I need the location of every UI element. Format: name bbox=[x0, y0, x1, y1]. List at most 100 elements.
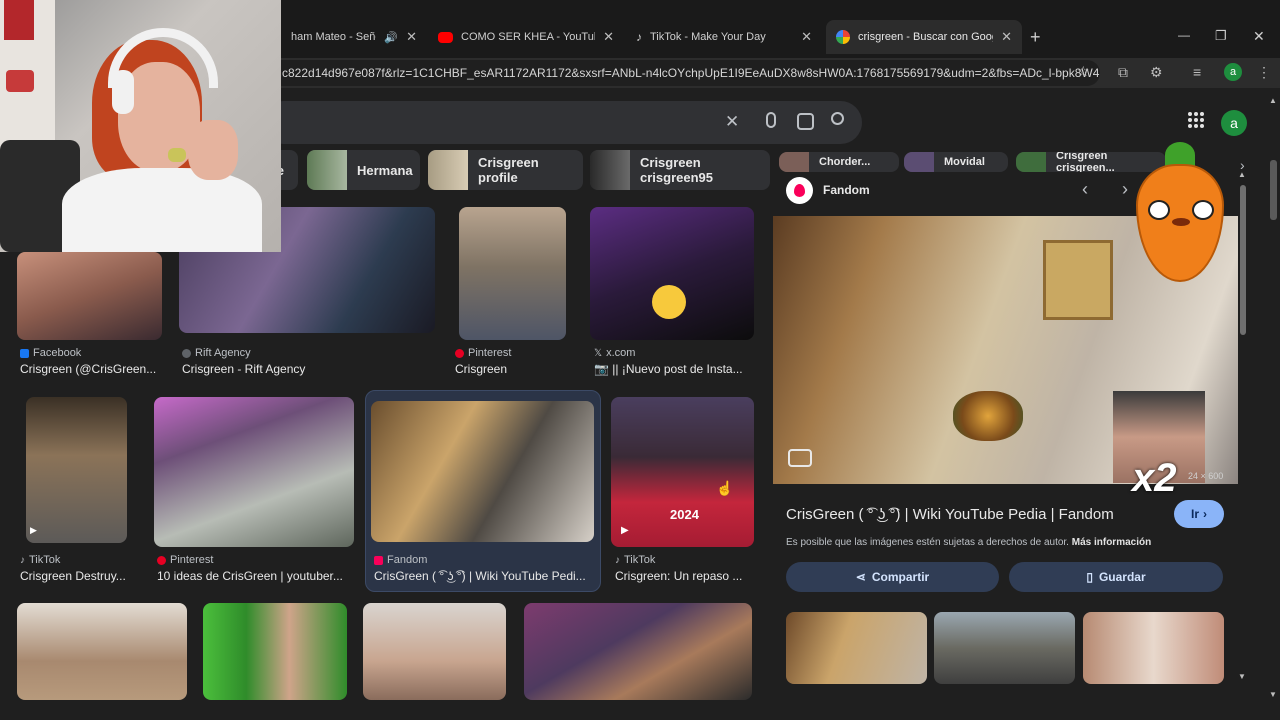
result-source[interactable]: Fandom bbox=[374, 554, 427, 566]
search-icon[interactable] bbox=[831, 112, 844, 125]
source-name: Rift Agency bbox=[195, 347, 251, 359]
copyright-notice: Es posible que las imágenes estén sujeta… bbox=[786, 537, 1151, 548]
result-caption[interactable]: Crisgreen: Un repaso ... bbox=[615, 569, 750, 583]
chip-crisgreen95[interactable]: Crisgreen crisgreen95 bbox=[590, 150, 770, 190]
tab-google[interactable]: crisgreen - Buscar con Google ✕ bbox=[826, 20, 1022, 54]
result-source[interactable]: Pinterest bbox=[157, 554, 213, 566]
left-eye bbox=[1148, 200, 1170, 220]
close-tab-icon[interactable]: ✕ bbox=[801, 29, 812, 45]
result-image[interactable] bbox=[590, 207, 754, 340]
page-scroll-down-icon[interactable]: ▼ bbox=[1269, 690, 1277, 699]
result-caption[interactable]: Crisgreen (@CrisGreen... bbox=[20, 362, 162, 376]
close-tab-icon[interactable]: ✕ bbox=[406, 29, 417, 45]
result-image[interactable] bbox=[154, 397, 354, 547]
account-avatar[interactable]: a bbox=[1221, 110, 1247, 136]
tab-music[interactable]: ham Mateo - Señorita 🔊 ✕ bbox=[281, 20, 427, 54]
result-image[interactable] bbox=[17, 603, 187, 700]
new-tab-button[interactable]: + bbox=[1030, 27, 1041, 48]
google-apps-icon[interactable] bbox=[1188, 112, 1204, 128]
previous-icon[interactable]: ‹ bbox=[1082, 179, 1088, 200]
translate-icon[interactable]: ⧉ bbox=[1118, 64, 1128, 81]
panel-scrollbar-thumb[interactable] bbox=[1240, 185, 1246, 335]
menu-kebab-icon[interactable]: ⋮ bbox=[1257, 64, 1271, 81]
lens-search-icon[interactable] bbox=[788, 449, 812, 467]
result-caption[interactable]: Crisgreen - Rift Agency bbox=[182, 362, 432, 376]
panel-source[interactable]: Fandom bbox=[823, 183, 870, 197]
close-tab-icon[interactable]: ✕ bbox=[1001, 29, 1012, 45]
shelf-item bbox=[4, 0, 34, 40]
pinterest-icon bbox=[455, 348, 464, 358]
panel-title[interactable]: CrisGreen ( ͡° ͜ʖ ͡°) | Wiki YouTube Ped… bbox=[786, 506, 1166, 523]
tiktok-icon: ♪ bbox=[615, 554, 620, 566]
bookmark-star-icon[interactable]: ☆ bbox=[1077, 63, 1090, 80]
google-icon bbox=[836, 30, 850, 44]
result-source[interactable]: ♪ TikTok bbox=[20, 554, 60, 566]
chevron-right-icon: › bbox=[1203, 507, 1207, 521]
fandom-icon bbox=[374, 555, 383, 565]
related-image[interactable] bbox=[786, 612, 927, 684]
microphone bbox=[168, 148, 186, 162]
chip-thumbnail bbox=[428, 150, 468, 190]
microphone-icon[interactable] bbox=[766, 112, 776, 128]
page-scroll-up-icon[interactable]: ▲ bbox=[1269, 96, 1277, 105]
result-image[interactable] bbox=[371, 401, 594, 542]
scroll-up-icon[interactable]: ▲ bbox=[1238, 170, 1246, 179]
result-image[interactable] bbox=[524, 603, 752, 700]
multiplier-label: x2 bbox=[1132, 456, 1177, 500]
play-icon: ▶ bbox=[30, 525, 37, 535]
result-image[interactable] bbox=[203, 603, 347, 700]
chip-label: Chorder... bbox=[819, 156, 871, 168]
result-caption[interactable]: 📷 || ¡Nuevo post de Insta... bbox=[594, 362, 750, 376]
restore-button[interactable]: ❐ bbox=[1215, 28, 1227, 44]
tab-tiktok[interactable]: ♪ TikTok - Make Your Day ✕ bbox=[626, 20, 822, 54]
related-image[interactable] bbox=[1083, 612, 1224, 684]
tab-youtube[interactable]: COMO SER KHEA - YouTube ✕ bbox=[428, 20, 624, 54]
chip-label: Movidal bbox=[944, 156, 985, 168]
result-source[interactable]: Rift Agency bbox=[182, 347, 251, 359]
result-caption[interactable]: CrisGreen ( ͡° ͜ʖ ͡°) | Wiki YouTube Ped… bbox=[374, 569, 594, 583]
visit-button[interactable]: Ir › bbox=[1174, 500, 1224, 528]
result-image[interactable] bbox=[17, 252, 162, 340]
share-button[interactable]: ⋖ Compartir bbox=[786, 562, 999, 592]
close-tab-icon[interactable]: ✕ bbox=[603, 29, 614, 45]
result-source[interactable]: Pinterest bbox=[455, 347, 511, 359]
tab-title: TikTok - Make Your Day bbox=[650, 31, 766, 43]
related-image[interactable] bbox=[934, 612, 1075, 684]
result-image[interactable]: 2024 ▶ bbox=[611, 397, 754, 547]
source-name: Pinterest bbox=[468, 347, 512, 359]
result-image[interactable] bbox=[363, 603, 506, 700]
save-button[interactable]: ▯ Guardar bbox=[1009, 562, 1223, 592]
result-source[interactable]: ♪ TikTok bbox=[615, 554, 655, 566]
minimize-button[interactable]: — bbox=[1178, 28, 1190, 42]
speaker-icon[interactable]: 🔊 bbox=[384, 31, 398, 44]
result-image[interactable] bbox=[459, 207, 566, 340]
result-source[interactable]: 𝕏x.com bbox=[594, 347, 635, 359]
right-eye bbox=[1192, 200, 1214, 220]
chip-thumbnail bbox=[904, 152, 934, 172]
address-bar[interactable]: c822d14d967e087f&rlz=1C1CHBF_esAR1172AR1… bbox=[270, 60, 1100, 86]
chip-movidal[interactable]: Movidal bbox=[904, 152, 1008, 172]
share-label: Compartir bbox=[871, 570, 930, 584]
scroll-down-icon[interactable]: ▼ bbox=[1238, 672, 1246, 681]
clear-search-icon[interactable]: ✕ bbox=[725, 112, 739, 132]
lens-icon[interactable] bbox=[797, 113, 814, 130]
result-image[interactable]: ▶ bbox=[26, 397, 127, 543]
chip-profile[interactable]: Crisgreen profile bbox=[428, 150, 583, 190]
chip-hermana[interactable]: Hermana bbox=[307, 150, 420, 190]
shirt bbox=[62, 168, 262, 252]
extensions-icon[interactable]: ⚙ bbox=[1150, 64, 1163, 81]
result-caption[interactable]: 10 ideas de CrisGreen | youtuber... bbox=[157, 569, 352, 583]
next-icon[interactable]: › bbox=[1122, 179, 1128, 200]
result-caption[interactable]: Crisgreen Destruy... bbox=[20, 569, 132, 583]
more-info-link[interactable]: Más información bbox=[1072, 537, 1151, 548]
result-caption[interactable]: Crisgreen bbox=[455, 362, 575, 376]
media-control-icon[interactable]: ≡ bbox=[1193, 64, 1201, 80]
page-scrollbar-thumb[interactable] bbox=[1270, 160, 1277, 220]
chip-more[interactable]: Chorder... bbox=[779, 152, 899, 172]
result-source[interactable]: Facebook bbox=[20, 347, 81, 359]
chip-thumbnail bbox=[590, 150, 630, 190]
tiktok-icon: ♪ bbox=[20, 554, 25, 566]
profile-avatar[interactable]: a bbox=[1224, 63, 1242, 81]
close-window-button[interactable]: ✕ bbox=[1253, 28, 1265, 45]
source-name: x.com bbox=[606, 347, 636, 359]
